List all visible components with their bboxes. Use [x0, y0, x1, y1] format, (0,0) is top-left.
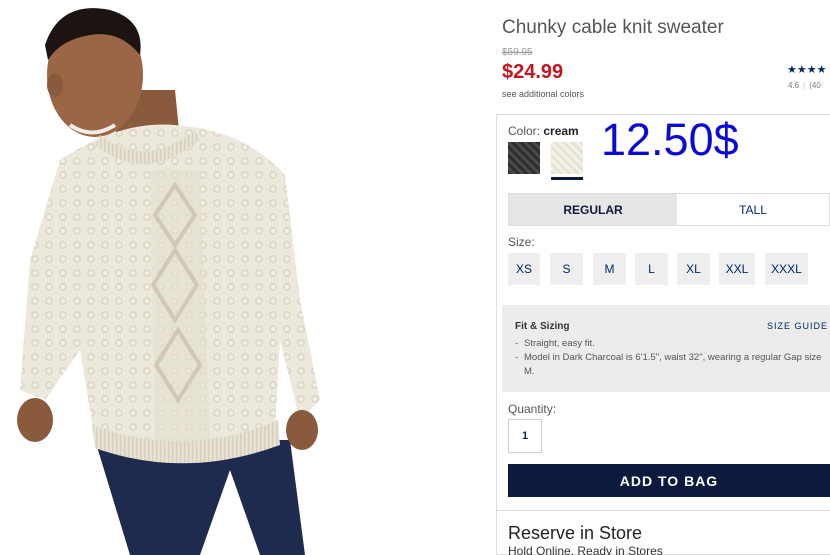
rating-summary[interactable]: 4.6 | (40 — [788, 81, 821, 90]
divider — [496, 510, 830, 511]
price-annotation: 12.50$ — [601, 114, 739, 165]
size-s-button[interactable]: S — [550, 253, 583, 285]
selected-color: cream — [543, 124, 579, 138]
size-xxxl-button[interactable]: XXXL — [765, 253, 808, 285]
review-count: (40 — [809, 81, 821, 90]
fit-tabs: REGULAR TALL — [508, 193, 830, 226]
list-item: Straight, easy fit. — [515, 337, 825, 351]
swatch-selected-indicator — [551, 177, 583, 180]
fit-sizing-title: Fit & Sizing — [515, 321, 570, 332]
size-l-button[interactable]: L — [635, 253, 668, 285]
list-item: Model in Dark Charcoal is 6'1.5", waist … — [515, 351, 825, 379]
quantity-select[interactable]: 1 — [508, 419, 542, 453]
size-guide-link[interactable]: SIZE GUIDE — [767, 321, 828, 331]
tab-regular[interactable]: REGULAR — [509, 194, 677, 225]
fit-sizing-list: Straight, easy fit. Model in Dark Charco… — [515, 337, 825, 379]
size-m-button[interactable]: M — [593, 253, 626, 285]
size-xxl-button[interactable]: XXL — [719, 253, 755, 285]
size-xs-button[interactable]: XS — [508, 253, 540, 285]
original-price: $59.95 — [502, 47, 533, 58]
tab-tall[interactable]: TALL — [677, 194, 829, 225]
reserve-title: Reserve in Store — [508, 523, 643, 543]
size-xl-button[interactable]: XL — [677, 253, 710, 285]
product-title: Chunky cable knit sweater — [502, 17, 724, 38]
size-label: Size: — [508, 235, 535, 249]
quantity-label: Quantity: — [508, 402, 557, 416]
swatch-charcoal[interactable] — [508, 142, 540, 174]
rating-stars-icon[interactable]: ★★★★ — [787, 63, 826, 76]
color-label-text: Color: — [508, 124, 541, 138]
color-label: Color: cream — [508, 124, 579, 138]
product-image — [0, 0, 490, 555]
additional-colors-link[interactable]: see additional colors — [502, 89, 584, 99]
reserve-subtitle: Hold Online, Ready in Stores — [508, 544, 663, 555]
sale-price: $24.99 — [502, 61, 564, 83]
rating-value: 4.6 — [788, 81, 800, 90]
swatch-cream[interactable] — [551, 142, 583, 174]
add-to-bag-button[interactable]: ADD TO BAG — [508, 464, 830, 497]
